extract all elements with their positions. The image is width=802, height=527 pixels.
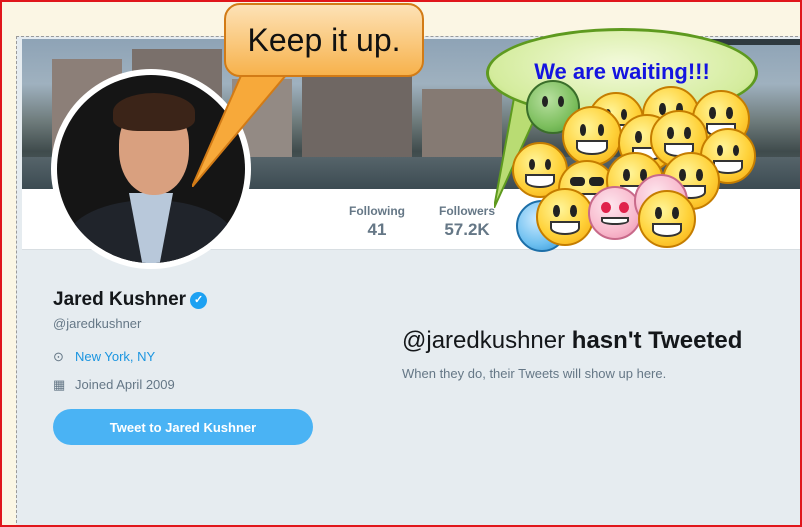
empty-timeline-heading: @jaredkushner hasn't Tweeted — [402, 327, 742, 355]
followers-label: Followers — [439, 204, 496, 218]
joined-text: Joined April 2009 — [75, 377, 175, 392]
following-stat[interactable]: Following 41 — [349, 204, 405, 240]
screenshot-frame: Following 41 Followers 57.2K Jared Kushn… — [0, 0, 802, 527]
tweet-to-button[interactable]: Tweet to Jared Kushner — [53, 409, 313, 445]
followers-stat[interactable]: Followers 57.2K — [439, 204, 495, 240]
location-pin-icon: ⊙ — [53, 349, 64, 364]
location-text: New York, NY — [75, 349, 156, 364]
empty-timeline-subtitle: When they do, their Tweets will show up … — [402, 366, 667, 381]
profile-location[interactable]: ⊙ New York, NY — [53, 349, 155, 365]
verified-badge-icon: ✓ — [190, 292, 208, 309]
profile-name-text: Jared Kushner — [53, 289, 187, 310]
profile-joined: ▦ Joined April 2009 — [53, 377, 175, 393]
profile-name[interactable]: Jared Kushner ✓ — [53, 289, 208, 311]
laugh-emoji-icon — [536, 188, 594, 246]
sweat-smile-emoji-icon — [638, 190, 696, 248]
speech-bubble-left-text: Keep it up. — [247, 22, 401, 58]
speech-bubble-left: Keep it up. — [224, 3, 424, 77]
profile-handle: @jaredkushner — [53, 316, 142, 331]
following-count: 41 — [367, 220, 387, 239]
photo-hair — [113, 93, 195, 131]
grin-emoji-icon — [562, 106, 622, 166]
empty-handle: @jaredkushner — [402, 327, 566, 354]
followers-count: 57.2K — [444, 220, 490, 239]
speech-bubble-tail-left — [192, 62, 299, 187]
calendar-icon: ▦ — [53, 377, 66, 392]
speech-bubble-right-text: We are waiting!!! — [534, 59, 710, 84]
empty-title: hasn't Tweeted — [571, 327, 743, 354]
following-label: Following — [349, 204, 405, 218]
